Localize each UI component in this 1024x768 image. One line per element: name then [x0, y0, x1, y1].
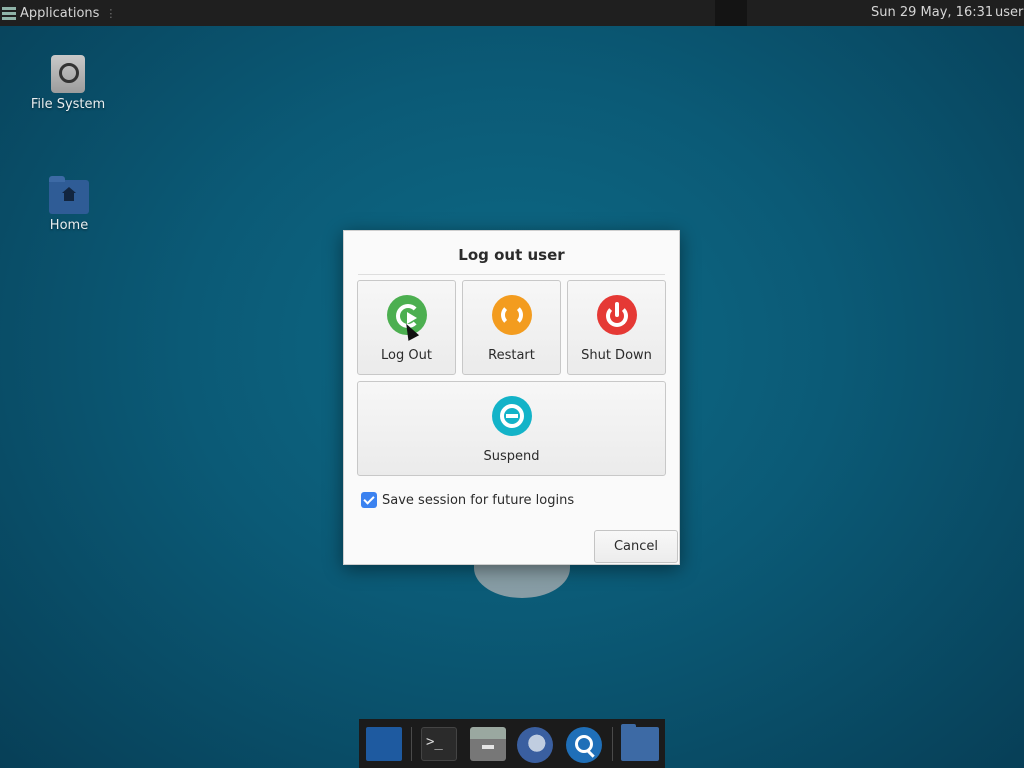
suspend-button[interactable]: Suspend [357, 381, 666, 476]
applications-menu-icon [2, 6, 16, 20]
desktop-icon-home[interactable]: Home [24, 176, 114, 233]
power-icon [596, 295, 637, 335]
dock-separator [411, 727, 412, 761]
applications-label: Applications [20, 5, 100, 21]
terminal-icon[interactable]: >_ [421, 727, 457, 761]
shut-down-label: Shut Down [581, 348, 652, 363]
dock-separator [612, 727, 613, 761]
desktop-icon[interactable] [366, 727, 402, 761]
drive-icon [51, 55, 85, 93]
cancel-button[interactable]: Cancel [594, 530, 678, 563]
save-session-checkbox[interactable] [361, 492, 377, 508]
app-finder-icon[interactable] [566, 727, 602, 763]
suspend-label: Suspend [483, 449, 540, 464]
desktop-icon-label: Home [49, 218, 89, 233]
panel-handle-icon: ⋮ [105, 6, 117, 20]
applications-menu-button[interactable]: Applications ⋮ [2, 0, 116, 26]
desktop-icon-label: File System [30, 97, 106, 112]
log-out-label: Log Out [381, 348, 432, 363]
window-buttons-area [715, 0, 747, 26]
user-menu[interactable]: user [995, 0, 1023, 26]
bottom-dock: >_ [359, 719, 665, 768]
restart-icon [491, 295, 532, 335]
web-browser-icon[interactable] [517, 727, 553, 763]
folder-icon[interactable] [621, 724, 659, 761]
dialog-title: Log out user [458, 246, 565, 264]
save-session-label: Save session for future logins [382, 492, 575, 508]
logout-dialog: Log out user Log Out Restart Shut Down S… [343, 230, 680, 565]
file-manager-icon[interactable] [470, 727, 506, 761]
shut-down-button[interactable]: Shut Down [567, 280, 666, 375]
panel-clock[interactable]: Sun 29 May, 16:31 [871, 0, 993, 26]
suspend-icon [491, 396, 532, 436]
dialog-divider [358, 274, 665, 275]
wallpaper-mascot [474, 560, 570, 598]
desktop-icon-file-system[interactable]: File System [23, 55, 113, 112]
restart-label: Restart [488, 348, 535, 363]
restart-button[interactable]: Restart [462, 280, 561, 375]
save-session-row[interactable]: Save session for future logins [361, 491, 574, 509]
top-panel: Applications ⋮ Sun 29 May, 16:31 user [0, 0, 1024, 26]
home-folder-icon [49, 176, 89, 214]
